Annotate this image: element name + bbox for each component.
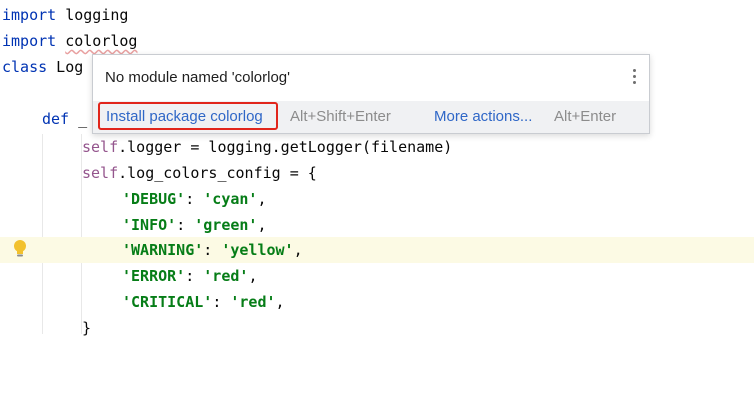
code-text: , bbox=[257, 216, 267, 234]
code-text: : bbox=[185, 190, 204, 208]
code-editor[interactable]: import logging import colorlog class Log… bbox=[0, 0, 754, 337]
string-value: 'yellow' bbox=[221, 241, 294, 259]
code-text: } bbox=[82, 319, 92, 337]
string-key: 'CRITICAL' bbox=[122, 293, 213, 311]
code-line[interactable]: import colorlog bbox=[0, 28, 754, 54]
code-line[interactable]: self.logger = logging.getLogger(filename… bbox=[0, 134, 754, 160]
keyword: import bbox=[2, 6, 57, 24]
code-line[interactable]: 'ERROR': 'red', bbox=[0, 263, 754, 289]
string-value: 'green' bbox=[194, 216, 258, 234]
code-text: , bbox=[257, 190, 267, 208]
code-text: _ bbox=[69, 110, 88, 128]
unresolved-module[interactable]: colorlog bbox=[65, 32, 137, 50]
code-line[interactable]: } bbox=[0, 315, 754, 341]
error-message: No module named 'colorlog' bbox=[105, 69, 290, 86]
code-line-current[interactable]: 'WARNING': 'yellow', bbox=[0, 237, 754, 263]
code-text: , bbox=[248, 267, 258, 285]
popup-actions: Install package colorlog Alt+Shift+Enter… bbox=[93, 101, 649, 133]
string-key: 'DEBUG' bbox=[122, 190, 186, 208]
code-line[interactable]: 'DEBUG': 'cyan', bbox=[0, 186, 754, 212]
code-text: : bbox=[185, 267, 204, 285]
code-line[interactable]: 'INFO': 'green', bbox=[0, 212, 754, 238]
keyword: import bbox=[2, 32, 57, 50]
popup-header: No module named 'colorlog' bbox=[93, 55, 649, 101]
kebab-menu-icon[interactable] bbox=[633, 69, 637, 87]
quick-fix-popup: No module named 'colorlog' Install packa… bbox=[92, 54, 650, 134]
string-value: 'red' bbox=[230, 293, 276, 311]
install-shortcut: Alt+Shift+Enter bbox=[290, 108, 391, 125]
code-text: : bbox=[176, 216, 195, 234]
more-actions-link[interactable]: More actions... bbox=[434, 108, 532, 125]
self-keyword: self bbox=[82, 138, 119, 156]
code-text: , bbox=[293, 241, 303, 259]
string-key: 'INFO' bbox=[122, 216, 177, 234]
code-text: Log bbox=[47, 58, 84, 76]
string-value: 'red' bbox=[203, 267, 249, 285]
code-text: : bbox=[203, 241, 222, 259]
keyword: def bbox=[42, 110, 70, 128]
code-text: , bbox=[275, 293, 285, 311]
code-text: .logger = logging.getLogger(filename) bbox=[118, 138, 453, 156]
lightbulb-icon[interactable] bbox=[12, 239, 28, 259]
code-line[interactable]: import logging bbox=[0, 2, 754, 28]
self-keyword: self bbox=[82, 164, 119, 182]
string-key: 'WARNING' bbox=[122, 241, 204, 259]
keyword: class bbox=[2, 58, 48, 76]
highlight-box bbox=[98, 102, 278, 130]
code-text: logging bbox=[56, 6, 129, 24]
code-text: .log_colors_config = { bbox=[118, 164, 317, 182]
code-text: : bbox=[212, 293, 231, 311]
more-actions-shortcut: Alt+Enter bbox=[554, 108, 617, 125]
code-line[interactable]: self.log_colors_config = { bbox=[0, 160, 754, 186]
string-value: 'cyan' bbox=[203, 190, 258, 208]
code-line[interactable]: 'CRITICAL': 'red', bbox=[0, 289, 754, 315]
string-key: 'ERROR' bbox=[122, 267, 186, 285]
